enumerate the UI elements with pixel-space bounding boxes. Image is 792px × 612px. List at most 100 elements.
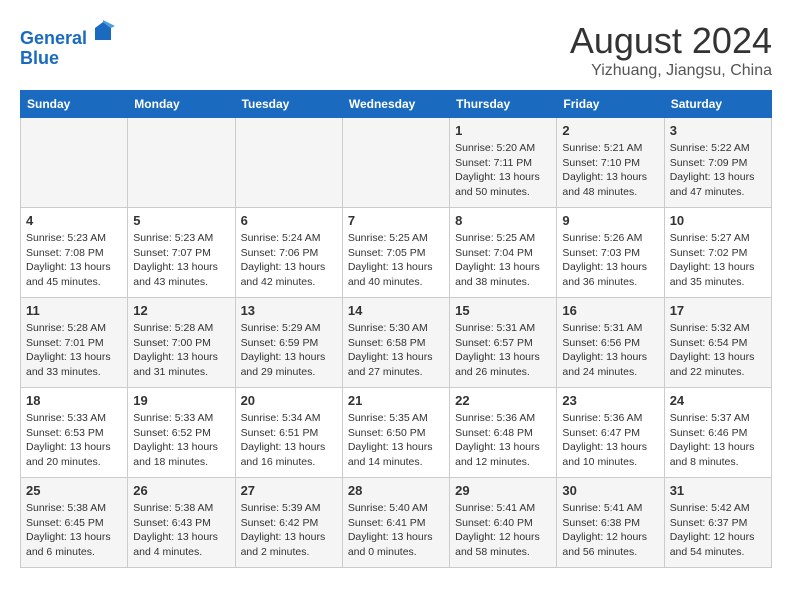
day-number: 17	[670, 303, 766, 318]
title-block: August 2024 Yizhuang, Jiangsu, China	[570, 20, 772, 80]
weekday-header-saturday: Saturday	[664, 91, 771, 118]
day-number: 10	[670, 213, 766, 228]
day-cell: 3 Sunrise: 5:22 AM Sunset: 7:09 PM Daylig…	[664, 118, 771, 208]
day-cell: 15 Sunrise: 5:31 AM Sunset: 6:57 PM Dayli…	[450, 298, 557, 388]
day-info: Sunrise: 5:24 AM Sunset: 7:06 PM Dayligh…	[241, 231, 337, 290]
day-info: Sunrise: 5:30 AM Sunset: 6:58 PM Dayligh…	[348, 321, 444, 380]
day-cell: 14 Sunrise: 5:30 AM Sunset: 6:58 PM Dayli…	[342, 298, 449, 388]
day-cell: 8Sunrise: 5:25 AM Sunset: 7:04 PM Daylig…	[450, 208, 557, 298]
day-cell: 21 Sunrise: 5:35 AM Sunset: 6:50 PM Dayli…	[342, 388, 449, 478]
day-info: Sunrise: 5:37 AM Sunset: 6:46 PM Dayligh…	[670, 411, 766, 470]
day-info: Sunrise: 5:28 AM Sunset: 7:00 PM Dayligh…	[133, 321, 229, 380]
logo-general: General	[20, 28, 87, 48]
day-info: Sunrise: 5:22 AM Sunset: 7:09 PM Dayligh…	[670, 141, 766, 200]
day-number: 2	[562, 123, 658, 138]
weekday-header-sunday: Sunday	[21, 91, 128, 118]
day-info: Sunrise: 5:21 AM Sunset: 7:10 PM Dayligh…	[562, 141, 658, 200]
day-info: Sunrise: 5:29 AM Sunset: 6:59 PM Dayligh…	[241, 321, 337, 380]
day-info: Sunrise: 5:33 AM Sunset: 6:52 PM Dayligh…	[133, 411, 229, 470]
day-cell	[128, 118, 235, 208]
day-number: 12	[133, 303, 229, 318]
page-header: General Blue August 2024 Yizhuang, Jiang…	[20, 20, 772, 80]
day-number: 15	[455, 303, 551, 318]
day-info: Sunrise: 5:39 AM Sunset: 6:42 PM Dayligh…	[241, 501, 337, 560]
day-cell: 13Sunrise: 5:29 AM Sunset: 6:59 PM Dayli…	[235, 298, 342, 388]
day-number: 8	[455, 213, 551, 228]
day-info: Sunrise: 5:32 AM Sunset: 6:54 PM Dayligh…	[670, 321, 766, 380]
day-number: 6	[241, 213, 337, 228]
day-info: Sunrise: 5:20 AM Sunset: 7:11 PM Dayligh…	[455, 141, 551, 200]
week-row-5: 25 Sunrise: 5:38 AM Sunset: 6:45 PM Dayli…	[21, 478, 772, 568]
day-cell: 6 Sunrise: 5:24 AM Sunset: 7:06 PM Daylig…	[235, 208, 342, 298]
day-number: 9	[562, 213, 658, 228]
day-info: Sunrise: 5:26 AM Sunset: 7:03 PM Dayligh…	[562, 231, 658, 290]
day-cell: 18 Sunrise: 5:33 AM Sunset: 6:53 PM Dayli…	[21, 388, 128, 478]
day-cell: 23 Sunrise: 5:36 AM Sunset: 6:47 PM Dayli…	[557, 388, 664, 478]
logo: General Blue	[20, 20, 115, 69]
week-row-2: 4Sunrise: 5:23 AM Sunset: 7:08 PM Daylig…	[21, 208, 772, 298]
day-info: Sunrise: 5:27 AM Sunset: 7:02 PM Dayligh…	[670, 231, 766, 290]
day-info: Sunrise: 5:31 AM Sunset: 6:57 PM Dayligh…	[455, 321, 551, 380]
day-number: 16	[562, 303, 658, 318]
day-info: Sunrise: 5:31 AM Sunset: 6:56 PM Dayligh…	[562, 321, 658, 380]
day-cell: 20Sunrise: 5:34 AM Sunset: 6:51 PM Dayli…	[235, 388, 342, 478]
day-cell: 26Sunrise: 5:38 AM Sunset: 6:43 PM Dayli…	[128, 478, 235, 568]
day-cell: 16 Sunrise: 5:31 AM Sunset: 6:56 PM Dayli…	[557, 298, 664, 388]
day-info: Sunrise: 5:33 AM Sunset: 6:53 PM Dayligh…	[26, 411, 122, 470]
day-cell: 9 Sunrise: 5:26 AM Sunset: 7:03 PM Daylig…	[557, 208, 664, 298]
main-title: August 2024	[570, 20, 772, 62]
day-cell: 27 Sunrise: 5:39 AM Sunset: 6:42 PM Dayli…	[235, 478, 342, 568]
day-cell	[235, 118, 342, 208]
day-number: 29	[455, 483, 551, 498]
day-info: Sunrise: 5:34 AM Sunset: 6:51 PM Dayligh…	[241, 411, 337, 470]
day-cell: 7Sunrise: 5:25 AM Sunset: 7:05 PM Daylig…	[342, 208, 449, 298]
day-number: 23	[562, 393, 658, 408]
day-info: Sunrise: 5:36 AM Sunset: 6:48 PM Dayligh…	[455, 411, 551, 470]
day-cell: 19 Sunrise: 5:33 AM Sunset: 6:52 PM Dayli…	[128, 388, 235, 478]
week-row-1: 1 Sunrise: 5:20 AM Sunset: 7:11 PM Daylig…	[21, 118, 772, 208]
day-cell: 1 Sunrise: 5:20 AM Sunset: 7:11 PM Daylig…	[450, 118, 557, 208]
week-row-3: 11Sunrise: 5:28 AM Sunset: 7:01 PM Dayli…	[21, 298, 772, 388]
day-cell: 4Sunrise: 5:23 AM Sunset: 7:08 PM Daylig…	[21, 208, 128, 298]
day-number: 27	[241, 483, 337, 498]
day-number: 30	[562, 483, 658, 498]
day-cell: 10 Sunrise: 5:27 AM Sunset: 7:02 PM Dayli…	[664, 208, 771, 298]
day-info: Sunrise: 5:25 AM Sunset: 7:05 PM Dayligh…	[348, 231, 444, 290]
day-info: Sunrise: 5:35 AM Sunset: 6:50 PM Dayligh…	[348, 411, 444, 470]
weekday-header-tuesday: Tuesday	[235, 91, 342, 118]
day-cell: 17 Sunrise: 5:32 AM Sunset: 6:54 PM Dayli…	[664, 298, 771, 388]
day-cell	[342, 118, 449, 208]
day-cell: 24Sunrise: 5:37 AM Sunset: 6:46 PM Dayli…	[664, 388, 771, 478]
day-info: Sunrise: 5:36 AM Sunset: 6:47 PM Dayligh…	[562, 411, 658, 470]
day-cell: 12 Sunrise: 5:28 AM Sunset: 7:00 PM Dayli…	[128, 298, 235, 388]
day-cell: 5 Sunrise: 5:23 AM Sunset: 7:07 PM Daylig…	[128, 208, 235, 298]
day-number: 25	[26, 483, 122, 498]
logo-blue: Blue	[20, 49, 115, 69]
day-cell: 30 Sunrise: 5:41 AM Sunset: 6:38 PM Dayli…	[557, 478, 664, 568]
day-cell	[21, 118, 128, 208]
day-number: 19	[133, 393, 229, 408]
logo-text: General	[20, 20, 115, 49]
day-cell: 31Sunrise: 5:42 AM Sunset: 6:37 PM Dayli…	[664, 478, 771, 568]
day-number: 5	[133, 213, 229, 228]
day-number: 18	[26, 393, 122, 408]
day-cell: 29Sunrise: 5:41 AM Sunset: 6:40 PM Dayli…	[450, 478, 557, 568]
week-row-4: 18 Sunrise: 5:33 AM Sunset: 6:53 PM Dayli…	[21, 388, 772, 478]
day-cell: 22 Sunrise: 5:36 AM Sunset: 6:48 PM Dayli…	[450, 388, 557, 478]
day-info: Sunrise: 5:41 AM Sunset: 6:38 PM Dayligh…	[562, 501, 658, 560]
day-number: 1	[455, 123, 551, 138]
day-cell: 2 Sunrise: 5:21 AM Sunset: 7:10 PM Daylig…	[557, 118, 664, 208]
day-number: 14	[348, 303, 444, 318]
day-number: 21	[348, 393, 444, 408]
day-info: Sunrise: 5:23 AM Sunset: 7:07 PM Dayligh…	[133, 231, 229, 290]
day-number: 11	[26, 303, 122, 318]
day-cell: 11Sunrise: 5:28 AM Sunset: 7:01 PM Dayli…	[21, 298, 128, 388]
day-info: Sunrise: 5:40 AM Sunset: 6:41 PM Dayligh…	[348, 501, 444, 560]
day-number: 22	[455, 393, 551, 408]
day-number: 4	[26, 213, 122, 228]
day-number: 3	[670, 123, 766, 138]
day-info: Sunrise: 5:42 AM Sunset: 6:37 PM Dayligh…	[670, 501, 766, 560]
weekday-header-wednesday: Wednesday	[342, 91, 449, 118]
weekday-header-thursday: Thursday	[450, 91, 557, 118]
day-info: Sunrise: 5:38 AM Sunset: 6:45 PM Dayligh…	[26, 501, 122, 560]
